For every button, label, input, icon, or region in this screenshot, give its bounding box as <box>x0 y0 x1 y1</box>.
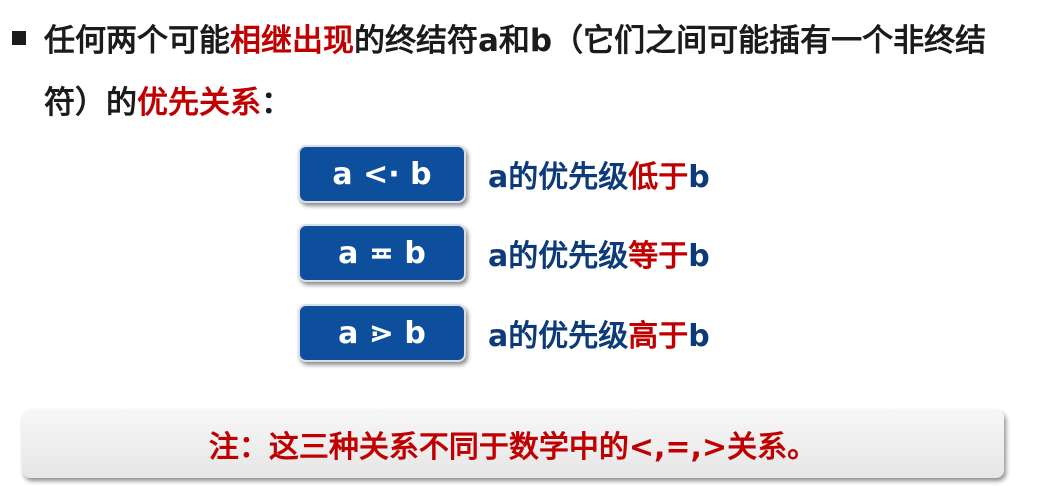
relation-desc-prefix: a的优先级 <box>488 160 629 195</box>
note-box: 注：这三种关系不同于数学中的<,=,>关系。 <box>22 410 1004 478</box>
relation-symbol-box: a ≖ b <box>298 224 466 282</box>
relation-desc-suffix: b <box>688 239 710 274</box>
relation-symbol-box: a ⋗ b <box>298 304 466 362</box>
relation-desc-suffix: b <box>688 319 710 354</box>
relation-row-equal: a ≖ b a的优先级等于b <box>298 222 710 284</box>
relation-desc-highlight: 等于 <box>628 239 689 274</box>
intro-text: ： <box>261 85 292 121</box>
relation-desc-prefix: a的优先级 <box>488 319 629 354</box>
relation-symbol-box: a <· b <box>298 145 466 203</box>
intro-line-1: 任何两个可能相继出现的终结符a和b（它们之间可能插有一个非终结 <box>12 10 1032 72</box>
relation-description: a的优先级低于b <box>488 152 710 196</box>
intro-paragraph: 任何两个可能相继出现的终结符a和b（它们之间可能插有一个非终结 符）的优先关系： <box>12 10 1032 134</box>
relation-desc-highlight: 高于 <box>628 319 689 354</box>
relation-description: a的优先级高于b <box>488 311 710 355</box>
intro-highlight-precedence: 优先关系 <box>137 85 261 121</box>
relation-desc-highlight: 低于 <box>628 160 689 195</box>
intro-text: 的终结符a和b（它们之间可能插有一个非终结 <box>354 23 987 59</box>
intro-line-2: 符）的优先关系： <box>12 72 1032 134</box>
square-bullet-icon <box>12 31 26 45</box>
relation-description: a的优先级等于b <box>488 231 710 275</box>
intro-highlight-sequential: 相继出现 <box>230 23 354 59</box>
relation-desc-suffix: b <box>688 160 710 195</box>
intro-text: 任何两个可能 <box>44 23 230 59</box>
intro-text: 符）的 <box>44 85 137 121</box>
relation-row-less: a <· b a的优先级低于b <box>298 143 710 205</box>
slide: 任何两个可能相继出现的终结符a和b（它们之间可能插有一个非终结 符）的优先关系：… <box>0 0 1041 486</box>
relation-desc-prefix: a的优先级 <box>488 239 629 274</box>
note-text: 注：这三种关系不同于数学中的<,=,>关系。 <box>208 430 818 465</box>
relation-row-greater: a ⋗ b a的优先级高于b <box>298 302 710 364</box>
